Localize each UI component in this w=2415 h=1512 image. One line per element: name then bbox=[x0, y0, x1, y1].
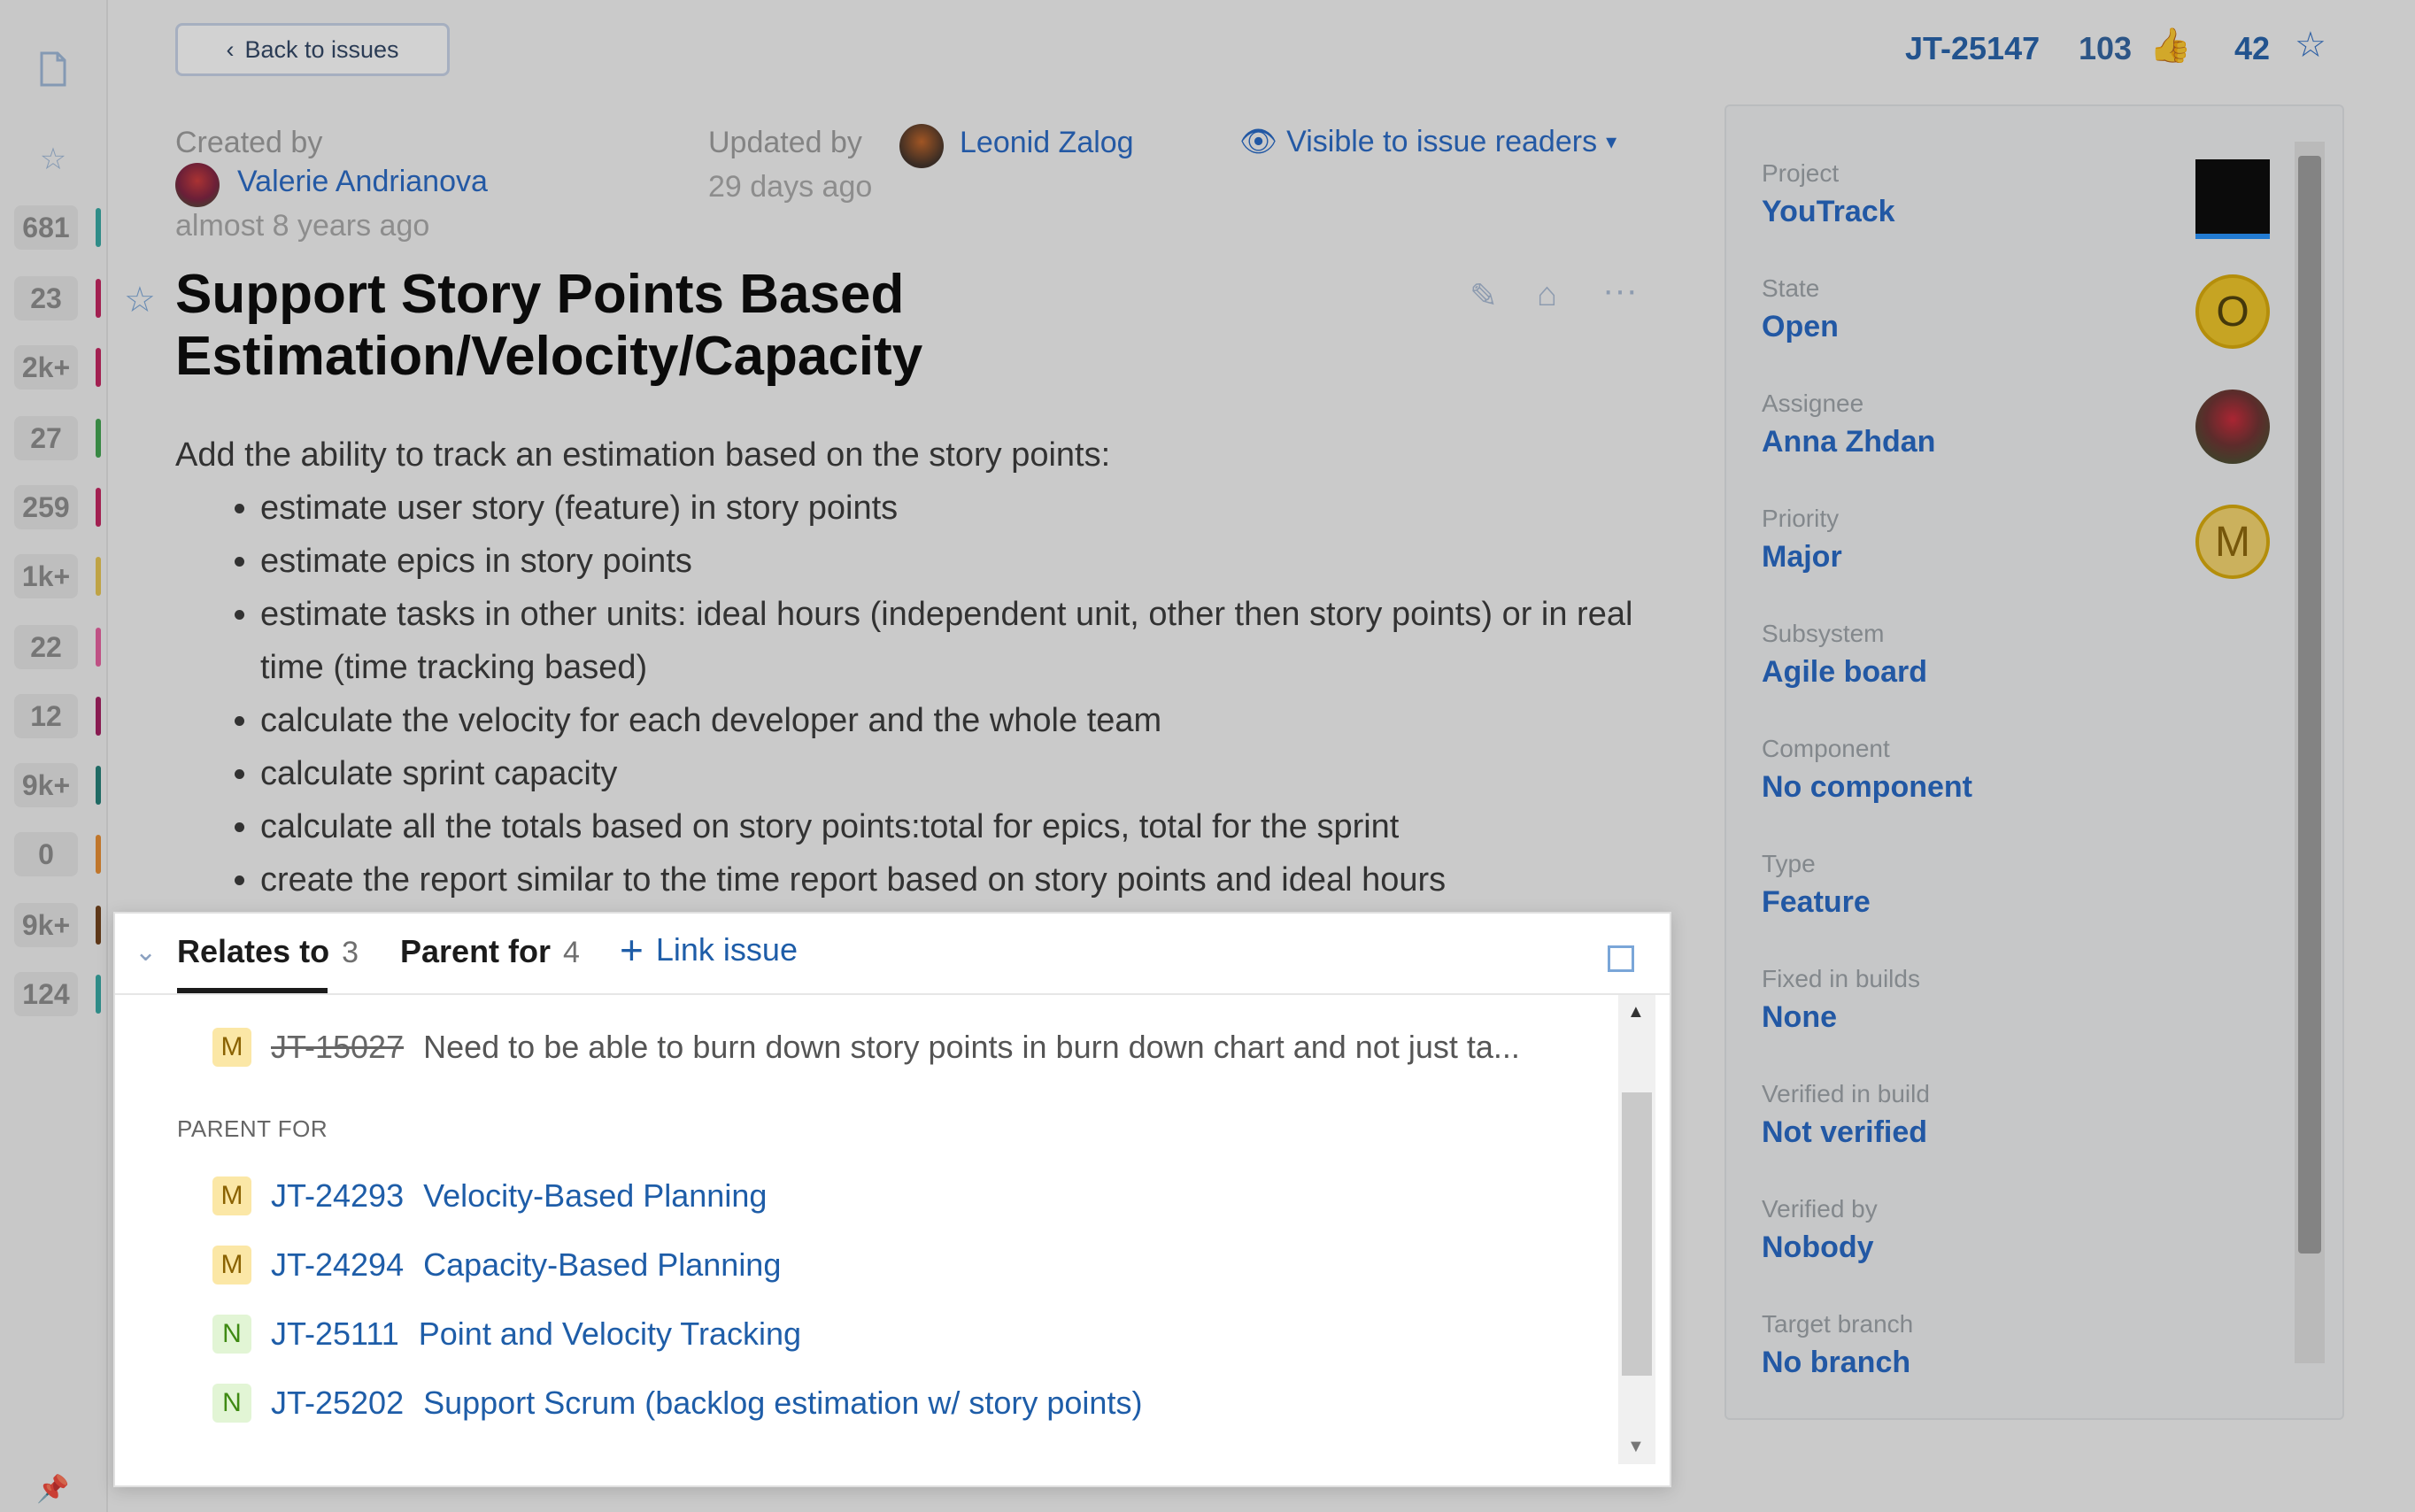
linked-issue-id[interactable]: JT-24293 bbox=[271, 1177, 404, 1215]
linked-issues-popup: ⌄ Relates to 3 Parent for 4 + Link issue M… bbox=[113, 912, 1671, 1487]
linked-issue-id[interactable]: JT-25202 bbox=[271, 1385, 404, 1422]
linked-issue-row[interactable]: M JT-15027 Need to be able to burn down st… bbox=[212, 1025, 1520, 1069]
linked-issue-row[interactable]: N JT-25111 Point and Velocity Tracking bbox=[212, 1312, 801, 1356]
linked-issue-row[interactable]: M JT-24294 Capacity-Based Planning bbox=[212, 1243, 781, 1287]
collapse-chevron-icon[interactable]: ⌄ bbox=[135, 937, 157, 968]
tab-parent-count: 4 bbox=[563, 936, 580, 969]
parent-for-section-label: PARENT FOR bbox=[177, 1115, 328, 1142]
priority-badge-icon: M bbox=[212, 1176, 251, 1215]
linked-issue-title[interactable]: Point and Velocity Tracking bbox=[419, 1315, 801, 1353]
linked-issue-title[interactable]: Need to be able to burn down story point… bbox=[423, 1029, 1520, 1066]
open-in-new-window-icon[interactable] bbox=[1608, 945, 1634, 972]
linked-issue-row[interactable]: M JT-24293 Velocity-Based Planning bbox=[212, 1174, 767, 1218]
active-tab-indicator bbox=[177, 988, 328, 993]
priority-badge-icon: N bbox=[212, 1384, 251, 1423]
tab-parent-for[interactable]: Parent for 4 bbox=[400, 933, 580, 970]
scroll-up-icon[interactable]: ▲ bbox=[1627, 1002, 1645, 1022]
linked-issue-id[interactable]: JT-24294 bbox=[271, 1246, 404, 1284]
linked-issue-id[interactable]: JT-15027 bbox=[271, 1029, 404, 1066]
link-issue-label: Link issue bbox=[655, 931, 798, 968]
tab-relates-to[interactable]: Relates to 3 bbox=[177, 933, 359, 970]
linked-issue-title[interactable]: Capacity-Based Planning bbox=[423, 1246, 781, 1284]
plus-icon: + bbox=[620, 927, 644, 973]
priority-badge-icon: M bbox=[212, 1028, 251, 1067]
link-issue-button[interactable]: + Link issue bbox=[620, 927, 798, 973]
linked-issue-title[interactable]: Velocity-Based Planning bbox=[423, 1177, 767, 1215]
tab-relates-count: 3 bbox=[342, 936, 359, 969]
tab-parent-label: Parent for bbox=[400, 933, 552, 969]
linked-issue-id[interactable]: JT-25111 bbox=[271, 1315, 399, 1353]
popup-scrollbar[interactable]: ▲ ▼ bbox=[1618, 995, 1655, 1464]
tab-relates-label: Relates to bbox=[177, 933, 330, 969]
scroll-down-icon[interactable]: ▼ bbox=[1627, 1437, 1645, 1457]
priority-badge-icon: N bbox=[212, 1315, 251, 1354]
linked-issue-title[interactable]: Support Scrum (backlog estimation w/ sto… bbox=[423, 1385, 1142, 1422]
linked-issue-row[interactable]: N JT-25202 Support Scrum (backlog estimati… bbox=[212, 1381, 1142, 1425]
popup-scrollbar-thumb[interactable] bbox=[1622, 1092, 1652, 1376]
links-tab-row: ⌄ Relates to 3 Parent for 4 + Link issue bbox=[115, 914, 1670, 995]
priority-badge-icon: M bbox=[212, 1246, 251, 1284]
